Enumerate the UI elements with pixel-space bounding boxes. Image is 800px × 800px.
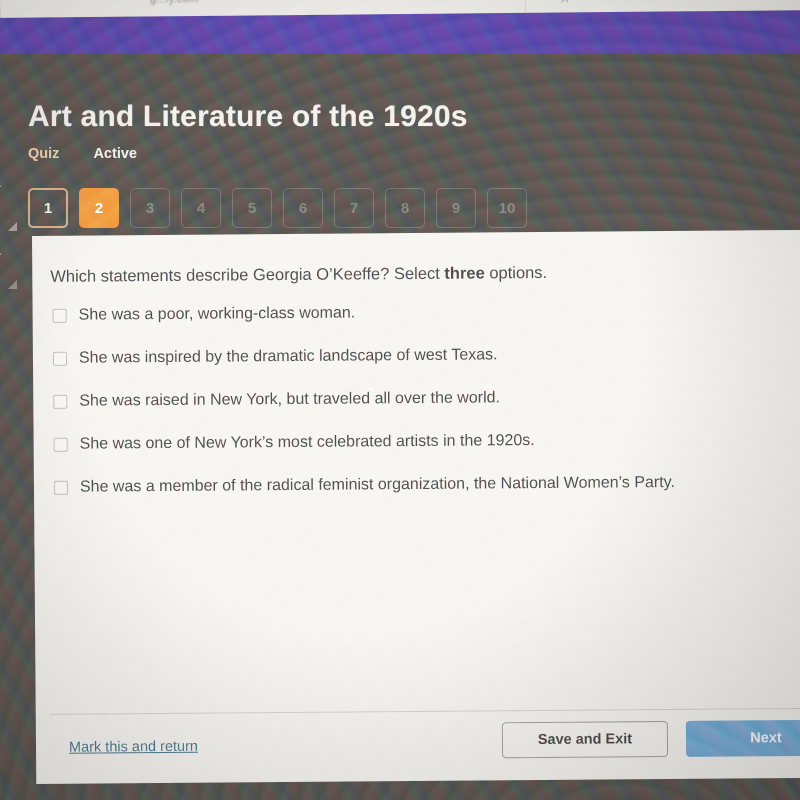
- question-prompt-end: options.: [484, 263, 548, 283]
- next-button[interactable]: Next: [685, 719, 800, 757]
- question-prompt-start: Which statements describe Georgia O’Keef…: [50, 264, 445, 286]
- question-card: Which statements describe Georgia O’Keef…: [32, 229, 800, 784]
- chevron-right-icon[interactable]: ▸: [0, 178, 10, 194]
- question-prompt: Which statements describe Georgia O’Keef…: [50, 264, 547, 287]
- question-navigator: 1 2 3 4 5 6 7 8 9 10: [28, 188, 527, 228]
- answer-options-list: She was a poor, working-class woman. She …: [52, 300, 800, 521]
- answer-option-checkbox[interactable]: [53, 437, 68, 452]
- screenshot-root: g...ly.com ☆ ▸ ▸ Art and Literature of t…: [0, 0, 800, 800]
- question-nav-button-4: 4: [181, 188, 221, 228]
- answer-option-label: She was raised in New York, but traveled…: [79, 389, 501, 410]
- corner-triangle-icon-secondary: [8, 280, 17, 289]
- answer-option-row[interactable]: She was inspired by the dramatic landsca…: [52, 343, 800, 392]
- question-nav-button-5: 5: [232, 188, 272, 228]
- question-nav-button-6: 6: [283, 188, 323, 228]
- answer-option-label: She was one of New York’s most celebrate…: [79, 432, 535, 453]
- answer-option-label: She was a member of the radical feminist…: [79, 473, 675, 496]
- mark-this-and-return-link[interactable]: Mark this and return: [69, 739, 198, 756]
- question-nav-button-10: 10: [487, 188, 527, 228]
- answer-option-checkbox[interactable]: [52, 351, 68, 366]
- page-title: Art and Literature of the 1920s: [28, 100, 468, 133]
- answer-option-checkbox[interactable]: [53, 394, 68, 409]
- question-nav-button-3: 3: [130, 188, 170, 228]
- answer-option-row[interactable]: She was one of New York’s most celebrate…: [53, 429, 800, 478]
- question-prompt-emphasis: three: [444, 264, 485, 283]
- answer-option-checkbox[interactable]: [53, 480, 69, 495]
- save-and-exit-button[interactable]: Save and Exit: [501, 721, 669, 759]
- question-nav-button-1[interactable]: 1: [28, 188, 68, 228]
- status-badge: Active: [93, 146, 137, 162]
- answer-option-row[interactable]: She was a member of the radical feminist…: [53, 472, 800, 521]
- question-nav-button-9: 9: [436, 188, 476, 228]
- answer-option-checkbox[interactable]: [52, 308, 67, 323]
- answer-option-label: She was a poor, working-class woman.: [78, 304, 356, 324]
- quiz-type-label: Quiz: [28, 146, 60, 162]
- answer-option-row[interactable]: She was raised in New York, but traveled…: [53, 386, 800, 435]
- answer-option-label: She was inspired by the dramatic landsca…: [78, 346, 498, 367]
- address-bar-text[interactable]: g...ly.com: [150, 0, 198, 6]
- question-nav-button-8: 8: [385, 188, 425, 228]
- star-icon[interactable]: ☆: [558, 0, 572, 7]
- answer-option-row[interactable]: She was a poor, working-class woman.: [52, 300, 800, 349]
- quiz-meta: Quiz Active: [28, 146, 137, 162]
- corner-triangle-icon: [8, 222, 17, 231]
- footer-divider: [49, 707, 800, 715]
- question-nav-button-2[interactable]: 2: [79, 188, 119, 228]
- question-nav-button-7: 7: [334, 188, 374, 228]
- chevron-right-icon-secondary[interactable]: ▸: [0, 246, 10, 262]
